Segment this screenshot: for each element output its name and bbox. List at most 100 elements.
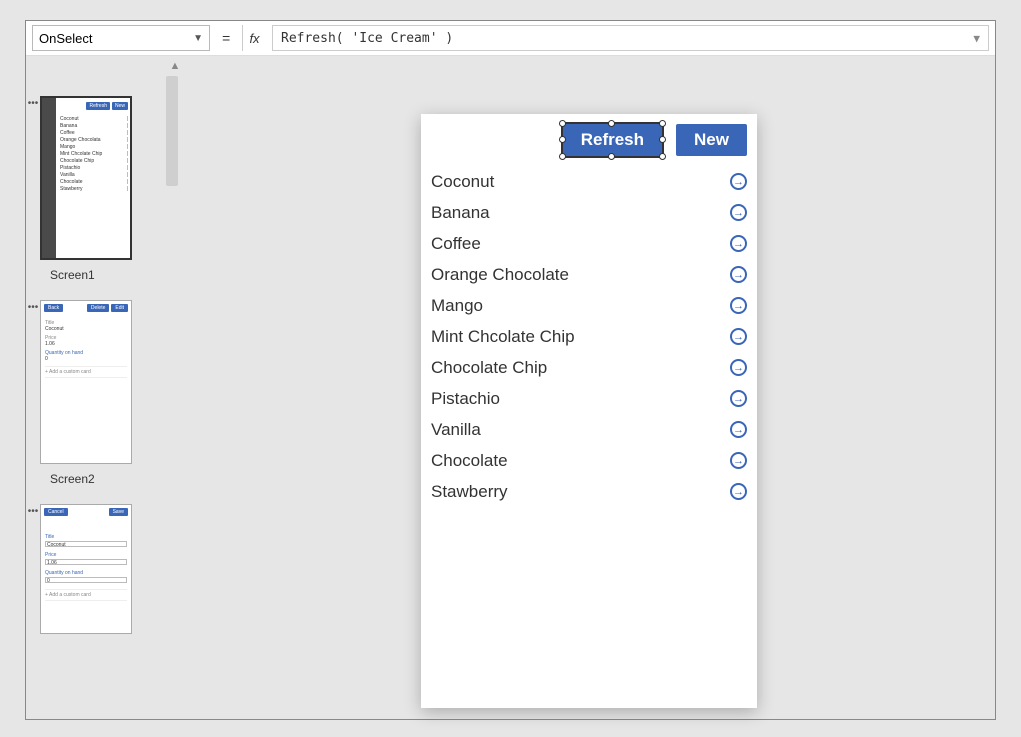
gallery-item[interactable]: Chocolate → [431,445,747,476]
resize-handle[interactable] [559,120,566,127]
thumb-label: Quantity on hand [45,570,127,576]
resize-handle[interactable] [559,136,566,143]
arrow-right-icon[interactable]: → [730,328,747,345]
thumb-list-item: Orange Chocolata| [60,137,128,144]
gallery-item[interactable]: Pistachio → [431,383,747,414]
gallery-item-label: Coffee [431,234,481,254]
arrow-right-icon[interactable]: → [730,483,747,500]
resize-handle[interactable] [608,120,615,127]
canvas-preview[interactable]: Refresh New Coconut→Banana→Coffee→Orange… [421,114,757,708]
formula-text: Refresh( 'Ice Cream' ) [281,31,453,46]
thumb-refresh-button: Refresh [86,102,110,110]
thumb-list-item: Stawberry| [60,186,128,193]
screen-thumb-block: ••• Refresh New Coconut|Banana|Coffee|Or… [26,96,176,282]
arrow-right-icon[interactable]: → [730,204,747,221]
screen1-thumbnail[interactable]: Refresh New Coconut|Banana|Coffee|Orange… [40,96,132,260]
arrow-right-icon[interactable]: → [730,266,747,283]
gallery-item-label: Coconut [431,172,494,192]
thumb-add-card: + Add a custom card [45,589,127,601]
thumb-back-button: Back [44,304,63,312]
gallery-item[interactable]: Mint Chcolate Chip → [431,321,747,352]
thumb-value: 1.06 [45,341,127,347]
gallery-item[interactable]: Coffee → [431,228,747,259]
thumb-list-item: Coconut| [60,116,128,123]
thumb-delete-button: Delete [87,304,109,312]
more-icon[interactable]: ••• [26,504,40,517]
gallery[interactable]: Coconut→Banana→Coffee→Orange Chocolate→M… [421,162,757,507]
gallery-item[interactable]: Banana → [431,197,747,228]
arrow-right-icon[interactable]: → [730,297,747,314]
arrow-right-icon[interactable]: → [730,359,747,376]
refresh-button-label: Refresh [581,130,644,149]
gallery-item[interactable]: Vanilla → [431,414,747,445]
fx-label: fx [242,25,266,51]
new-button[interactable]: New [676,124,747,156]
thumb-new-button: New [112,102,128,110]
formula-input[interactable]: Refresh( 'Ice Cream' ) ▼ [272,25,989,51]
new-button-label: New [694,130,729,149]
screen-label: Screen1 [50,268,176,282]
thumb-list-item: Coffee| [60,130,128,137]
resize-handle[interactable] [608,153,615,160]
more-icon[interactable]: ••• [26,300,40,313]
formula-bar: OnSelect ▼ = fx Refresh( 'Ice Cream' ) ▼ [26,21,995,55]
gallery-item-label: Mango [431,296,483,316]
screen2-thumbnail[interactable]: Back Delete Edit Title Coconut Price 1.0… [40,300,132,464]
screen3-thumbnail[interactable]: Cancel Save Title Coconut Price 1.06 Qua… [40,504,132,634]
thumb-list-item: Mango| [60,144,128,151]
thumb-sidebar [42,98,56,258]
property-dropdown[interactable]: OnSelect ▼ [32,25,210,51]
canvas-header: Refresh New [421,114,757,162]
chevron-down-icon: ▼ [193,33,203,44]
arrow-right-icon[interactable]: → [730,421,747,438]
gallery-item-label: Stawberry [431,482,508,502]
gallery-item[interactable]: Chocolate Chip → [431,352,747,383]
screens-panel: ••• Refresh New Coconut|Banana|Coffee|Or… [26,96,176,652]
thumb-input: Coconut [45,541,127,547]
gallery-item-label: Chocolate Chip [431,358,547,378]
app-frame: OnSelect ▼ = fx Refresh( 'Ice Cream' ) ▼… [25,20,996,720]
thumb-list-item: Banana| [60,123,128,130]
gallery-item-label: Orange Chocolate [431,265,569,285]
gallery-item-label: Banana [431,203,490,223]
more-icon[interactable]: ••• [26,96,40,109]
gallery-item[interactable]: Mango → [431,290,747,321]
thumb-cancel-button: Cancel [44,508,68,516]
resize-handle[interactable] [559,153,566,160]
gallery-item-label: Vanilla [431,420,481,440]
arrow-right-icon[interactable]: → [730,235,747,252]
arrow-right-icon[interactable]: → [730,390,747,407]
gallery-item[interactable]: Stawberry → [431,476,747,507]
thumb-list-item: Mint Chcolate Chip| [60,151,128,158]
gallery-item[interactable]: Coconut → [431,166,747,197]
refresh-button[interactable]: Refresh [563,124,662,156]
gallery-item-label: Pistachio [431,389,500,409]
thumb-edit-button: Edit [111,304,128,312]
thumb-add-card: + Add a custom card [45,366,127,378]
scroll-up-icon[interactable]: ▲ [168,60,182,74]
resize-handle[interactable] [659,153,666,160]
editor-area: ▲ ••• Refresh New Coconut|Banana|Coffee|… [26,55,995,719]
thumb-save-button: Save [109,508,128,516]
equals-label: = [216,25,236,51]
gallery-item-label: Chocolate [431,451,508,471]
property-value: OnSelect [39,31,92,46]
arrow-right-icon[interactable]: → [730,173,747,190]
screen-thumb-block: ••• Back Delete Edit Title Coconut [26,300,176,486]
thumb-value: 0 [45,356,127,362]
resize-handle[interactable] [659,120,666,127]
screen-label: Screen2 [50,472,176,486]
chevron-down-icon[interactable]: ▼ [973,32,980,45]
thumb-list-item: Vanilla| [60,172,128,179]
thumb-input: 1.06 [45,559,127,565]
arrow-right-icon[interactable]: → [730,452,747,469]
gallery-item[interactable]: Orange Chocolate → [431,259,747,290]
thumb-label: Title [45,534,127,540]
gallery-item-label: Mint Chcolate Chip [431,327,575,347]
thumb-input: 0 [45,577,127,583]
thumb-gallery: Coconut|Banana|Coffee|Orange Chocolata|M… [60,116,128,193]
thumb-label: Price [45,552,127,558]
thumb-list-item: Chocolate Chip| [60,158,128,165]
resize-handle[interactable] [659,136,666,143]
thumb-value: Coconut [45,326,127,332]
